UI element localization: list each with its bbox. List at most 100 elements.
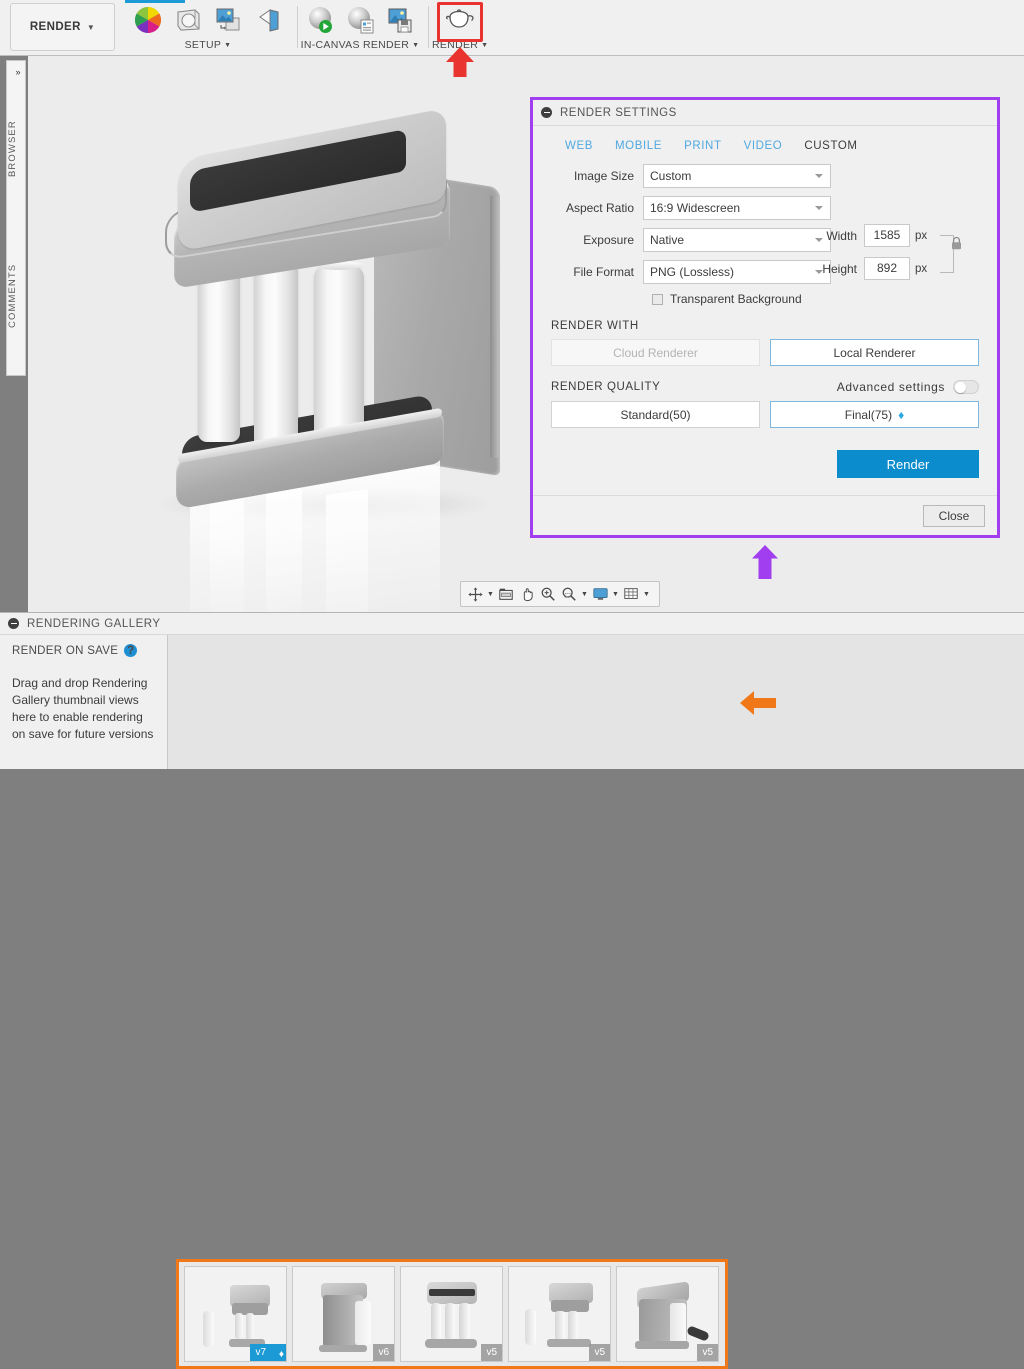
chevron-down-icon[interactable]: ▼ <box>580 591 589 598</box>
left-rail-panel: » BROWSER COMMENTS <box>6 60 26 376</box>
file-format-select[interactable]: PNG (Lossless) <box>643 260 831 284</box>
transparent-background-row: Transparent Background <box>551 292 979 306</box>
list-item[interactable]: v5 <box>616 1266 719 1362</box>
image-size-select[interactable]: Custom <box>643 164 831 188</box>
exposure-value: Native <box>650 233 685 247</box>
exposure-select[interactable]: Native <box>643 228 831 252</box>
capture-image-icon[interactable] <box>380 2 420 38</box>
field-label: Exposure <box>583 233 634 247</box>
toolbar-separator <box>428 6 429 48</box>
width-unit: px <box>915 229 928 242</box>
toolbar-group-label-in-canvas-render[interactable]: IN-CANVAS RENDER ▼ <box>300 39 420 51</box>
transparent-background-checkbox[interactable] <box>652 293 663 305</box>
decal-icon[interactable] <box>208 2 248 38</box>
field-image-size: Image Size Custom <box>551 164 979 188</box>
model-reflection-streak <box>326 489 368 612</box>
lock-icon[interactable] <box>950 236 963 254</box>
toolbar-group-label-render[interactable]: RENDER ▼ <box>432 39 488 51</box>
zoom-window-icon[interactable] <box>559 583 579 605</box>
scene-settings-icon[interactable] <box>168 2 208 38</box>
grid-settings-icon[interactable] <box>621 583 641 605</box>
transparent-background-label[interactable]: Transparent Background <box>670 292 802 306</box>
3d-model-water-filter[interactable] <box>138 107 538 612</box>
render-properties-icon[interactable] <box>340 2 380 38</box>
toolbar-group-label-setup[interactable]: SETUP ▼ <box>128 39 288 51</box>
advanced-settings-label: Advanced settings <box>836 380 945 394</box>
gallery-thumbnail-strip[interactable] <box>168 635 1024 769</box>
chevron-down-icon <box>815 174 823 178</box>
file-format-value: PNG (Lossless) <box>650 265 735 279</box>
chevron-down-icon[interactable]: ▼ <box>642 591 651 598</box>
help-icon[interactable]: ? <box>124 644 138 657</box>
orbit-icon[interactable] <box>465 583 485 605</box>
gallery-title: RENDERING GALLERY <box>27 617 161 630</box>
render-button[interactable]: Render <box>837 450 979 478</box>
chevron-down-icon[interactable]: ▼ <box>611 591 620 598</box>
tab-web[interactable]: WEB <box>565 140 593 152</box>
render-on-save-label: RENDER ON SAVE <box>12 644 119 657</box>
width-input[interactable]: 1585 <box>864 224 910 247</box>
thumbnail-version-badge: v5 <box>481 1344 502 1361</box>
cloud-credit-gem-icon: ♦ <box>898 407 905 422</box>
cloud-renderer-button: Cloud Renderer <box>551 339 760 366</box>
cloud-credit-gem-icon: ♦ <box>278 1349 284 1360</box>
final-quality-button[interactable]: Final(75) ♦ <box>770 401 979 428</box>
color-wheel-icon[interactable] <box>128 2 168 38</box>
list-item[interactable]: v7 ♦ <box>184 1266 287 1362</box>
list-item[interactable]: v6 <box>292 1266 395 1362</box>
list-item[interactable]: v5 <box>400 1266 503 1362</box>
tab-print[interactable]: PRINT <box>684 140 722 152</box>
collapse-icon[interactable] <box>8 618 19 629</box>
zoom-icon[interactable] <box>538 583 558 605</box>
workspace-switcher-button[interactable]: RENDER ▼ <box>10 3 115 51</box>
aspect-ratio-select[interactable]: 16:9 Widescreen <box>643 196 831 220</box>
render-quality-segmented-control: Standard(50) Final(75) ♦ <box>551 401 979 428</box>
tab-custom[interactable]: CUSTOM <box>804 140 857 152</box>
preset-tabs: WEB MOBILE PRINT VIDEO CUSTOM <box>551 140 979 164</box>
model-filter-cylinder <box>254 256 298 452</box>
aspect-ratio-value: 16:9 Widescreen <box>650 201 741 215</box>
dialog-title-bar: RENDER SETTINGS <box>533 100 997 126</box>
top-toolbar: RENDER ▼ SETUP ▼ IN-CANVAS RENDER ▼ REND… <box>0 0 1024 56</box>
workspace-label: RENDER <box>29 21 81 33</box>
standard-quality-button[interactable]: Standard(50) <box>551 401 760 428</box>
dropzone-instruction-text: Drag and drop Rendering Gallery thumbnai… <box>12 676 154 741</box>
texture-map-icon[interactable] <box>248 2 288 38</box>
dialog-title: RENDER SETTINGS <box>560 106 677 119</box>
list-item[interactable]: v5 <box>508 1266 611 1362</box>
chevron-down-icon: ▼ <box>86 22 96 32</box>
pan-icon[interactable] <box>517 583 537 605</box>
sidebar-item-browser[interactable]: BROWSER <box>7 89 27 209</box>
gallery-thumbnails-highlight-box: v7 ♦ v6 v5 v5 v5 <box>176 1259 728 1369</box>
close-button[interactable]: Close <box>923 504 985 527</box>
local-renderer-button[interactable]: Local Renderer <box>770 339 979 366</box>
chevron-down-icon[interactable]: ▼ <box>486 591 495 598</box>
display-settings-icon[interactable] <box>590 583 610 605</box>
navigation-toolbar: ▼ ▼ ▼ ▼ <box>460 581 660 607</box>
dimension-group: Width 1585 px Height 892 px <box>820 224 962 280</box>
dialog-footer: Close <box>533 495 997 535</box>
dialog-body: WEB MOBILE PRINT VIDEO CUSTOM Image Size… <box>533 126 997 495</box>
gallery-title-bar: RENDERING GALLERY <box>0 613 1024 635</box>
teapot-render-icon[interactable] <box>432 2 488 38</box>
field-aspect-ratio: Aspect Ratio 16:9 Widescreen <box>551 196 979 220</box>
look-at-icon[interactable] <box>496 583 516 605</box>
thumbnail-version-badge: v5 <box>697 1344 718 1361</box>
tab-video[interactable]: VIDEO <box>744 140 783 152</box>
tab-mobile[interactable]: MOBILE <box>615 140 662 152</box>
chevron-down-icon: ▼ <box>481 42 489 49</box>
model-rear-edge <box>490 195 499 459</box>
field-label: Image Size <box>573 169 634 183</box>
advanced-settings-toggle[interactable] <box>953 380 979 394</box>
chevron-down-icon: ▼ <box>224 42 232 49</box>
sidebar-item-comments[interactable]: COMMENTS <box>7 236 27 356</box>
toolbar-group-render: RENDER ▼ <box>432 2 488 54</box>
render-on-save-header: RENDER ON SAVE ? <box>12 644 155 657</box>
toolbar-group-in-canvas-render: IN-CANVAS RENDER ▼ <box>300 2 420 54</box>
height-input[interactable]: 892 <box>864 257 910 280</box>
collapse-icon[interactable] <box>541 107 552 118</box>
in-canvas-render-icon[interactable] <box>300 2 340 38</box>
expand-panel-icon[interactable]: » <box>7 61 27 83</box>
render-with-heading: RENDER WITH <box>551 320 639 332</box>
thumbnail-version-badge: v7 ♦ <box>250 1344 286 1361</box>
